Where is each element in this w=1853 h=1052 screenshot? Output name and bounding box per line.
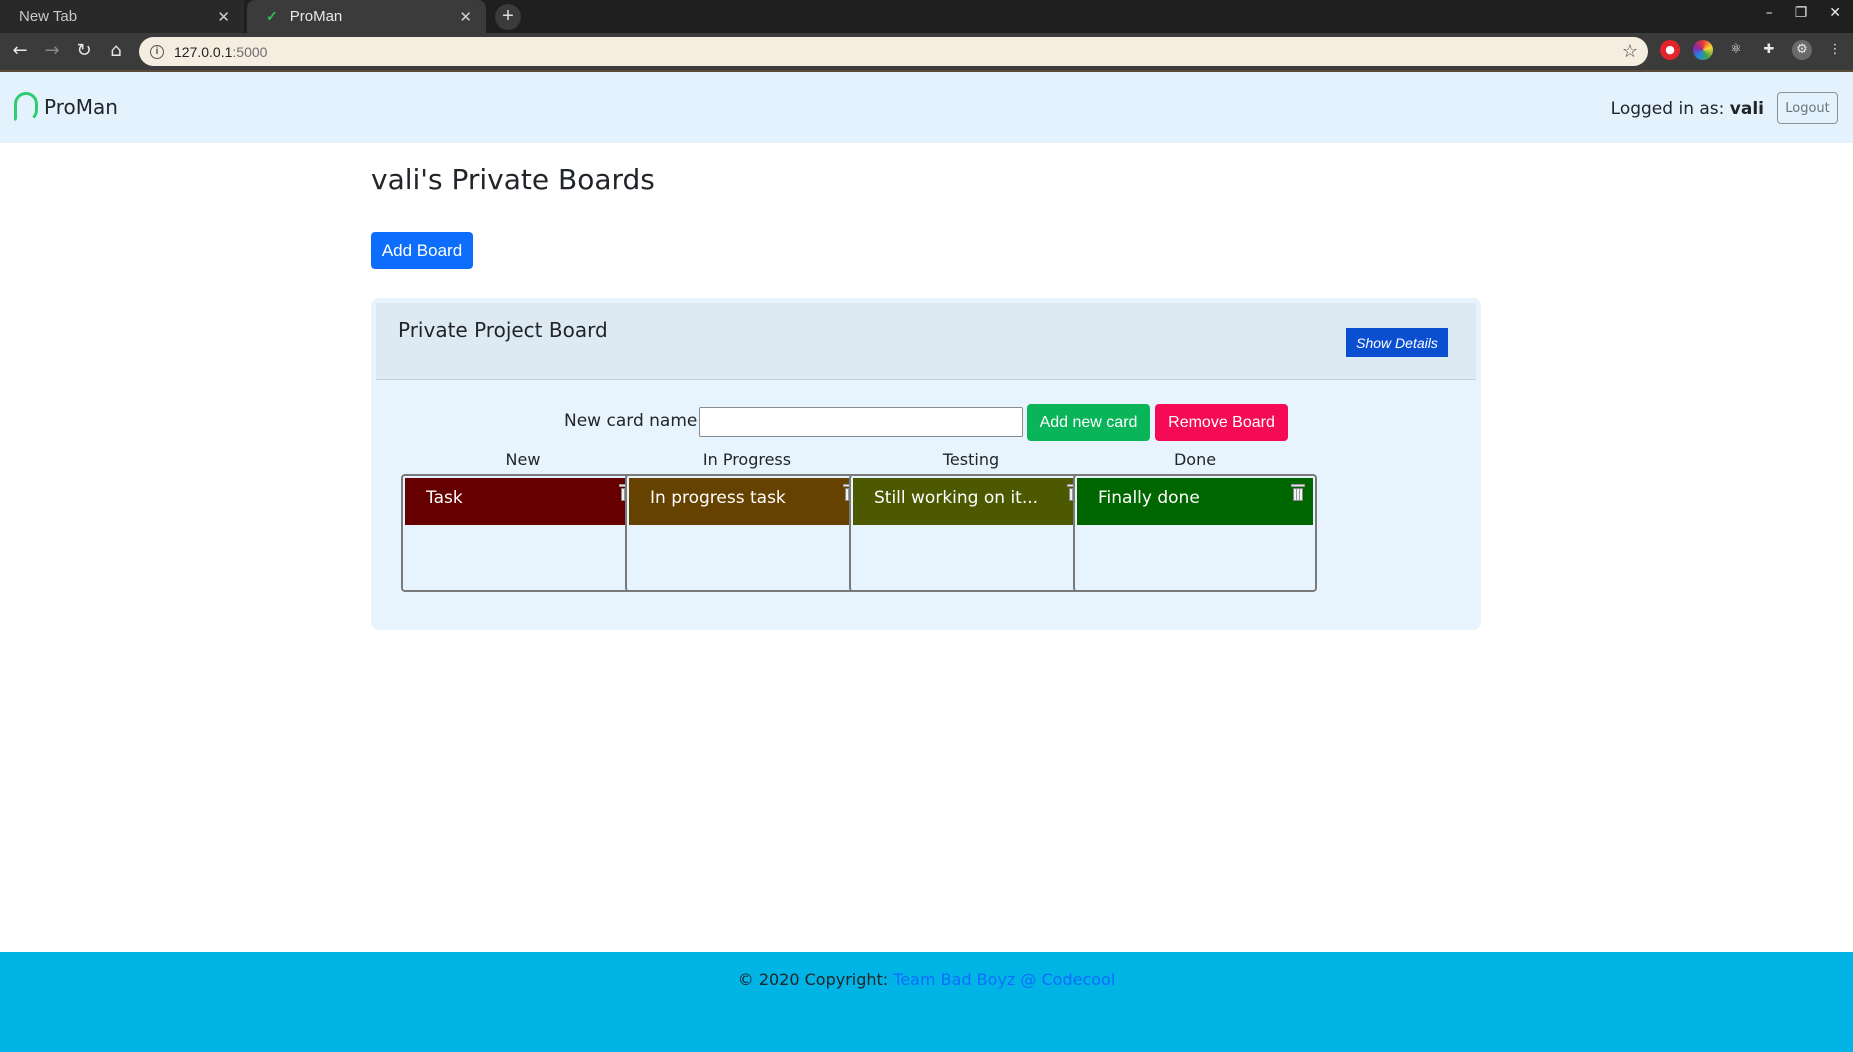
extensions-area: ● ⚛ ✚ ⚙ ⋮ — [1660, 40, 1845, 60]
new-card-form: New card name: Add new card Remove Board — [371, 404, 1481, 441]
extension-red-icon[interactable]: ● — [1660, 40, 1680, 60]
close-icon[interactable]: ✕ — [217, 8, 230, 26]
extension-react-icon[interactable]: ⚛ — [1726, 40, 1746, 60]
window-controls: – ❐ ✕ — [1766, 5, 1841, 21]
url-port: :5000 — [232, 43, 268, 60]
show-details-button[interactable]: Show Details — [1346, 328, 1448, 357]
card[interactable]: Still working on it... — [853, 478, 1089, 525]
logged-in-label: Logged in as: — [1610, 99, 1725, 119]
proman-logo-icon — [14, 92, 38, 122]
card-title: Still working on it... — [874, 488, 1039, 508]
copyright-text: © 2020 Copyright: — [737, 970, 894, 989]
board-header: Private Project Board Show Details — [376, 303, 1476, 380]
brand-name: ProMan — [44, 95, 118, 119]
column-new: New Task — [401, 450, 645, 592]
column-done: Done Finally done — [1073, 450, 1317, 592]
bookmark-star-icon[interactable]: ☆ — [1622, 41, 1638, 62]
close-icon[interactable]: ✕ — [459, 8, 472, 26]
login-status: Logged in as: vali — [1611, 99, 1764, 119]
card[interactable]: Finally done — [1077, 478, 1313, 525]
column-dropzone[interactable]: Still working on it... — [849, 474, 1093, 592]
footer: © 2020 Copyright: Team Bad Boyz @ Codeco… — [0, 952, 1853, 1052]
card-title: Task — [426, 488, 463, 508]
extension-colorwheel-icon[interactable] — [1693, 40, 1713, 60]
card[interactable]: Task — [405, 478, 641, 525]
browser-tabstrip: New Tab ✕ ✓ ProMan ✕ + – ❐ ✕ — [0, 0, 1853, 33]
column-in-progress: In Progress In progress task — [625, 450, 869, 592]
card[interactable]: In progress task — [629, 478, 865, 525]
back-icon[interactable]: ← — [8, 39, 32, 63]
footer-copyright: © 2020 Copyright: Team Bad Boyz @ Codeco… — [0, 970, 1853, 989]
site-info-icon[interactable]: i — [150, 44, 164, 59]
card-title: Finally done — [1098, 488, 1200, 508]
tab-label: ProMan — [289, 8, 343, 25]
new-card-name-input[interactable] — [699, 407, 1023, 437]
browser-tab-new-tab[interactable]: New Tab ✕ — [0, 0, 244, 33]
restore-icon[interactable]: ❐ — [1795, 5, 1808, 21]
add-board-button[interactable]: Add Board — [371, 232, 473, 269]
new-tab-button[interactable]: + — [495, 4, 521, 30]
column-title: In Progress — [702, 450, 792, 469]
app-navbar: ProMan Logged in as: vali Logout — [0, 72, 1853, 143]
card-title: In progress task — [650, 488, 786, 508]
tab-label: New Tab — [19, 8, 78, 25]
column-title: Testing — [942, 450, 1000, 469]
browser-tab-proman[interactable]: ✓ ProMan ✕ — [247, 0, 486, 33]
column-dropzone[interactable]: Task — [401, 474, 645, 592]
column-title: Done — [1173, 450, 1217, 469]
url-host: 127.0.0.1 — [174, 43, 233, 60]
address-bar[interactable]: i 127.0.0.1:5000 ☆ — [139, 37, 1648, 66]
brand[interactable]: ProMan — [14, 92, 118, 122]
trash-icon[interactable] — [1291, 484, 1305, 501]
column-dropzone[interactable]: In progress task — [625, 474, 869, 592]
close-window-icon[interactable]: ✕ — [1829, 5, 1841, 21]
menu-kebab-icon[interactable]: ⋮ — [1825, 40, 1845, 60]
page-title: vali's Private Boards — [371, 163, 655, 196]
add-new-card-button[interactable]: Add new card — [1027, 404, 1150, 441]
puzzle-extensions-icon[interactable]: ✚ — [1759, 40, 1779, 60]
board-title[interactable]: Private Project Board — [398, 318, 608, 342]
home-icon[interactable]: ⌂ — [104, 39, 128, 63]
footer-link[interactable]: Team Bad Boyz @ Codecool — [893, 970, 1115, 989]
profile-avatar-icon[interactable]: ⚙ — [1792, 40, 1812, 60]
column-dropzone[interactable]: Finally done — [1073, 474, 1317, 592]
browser-toolbar: ← → ↻ ⌂ i 127.0.0.1:5000 ☆ ● ⚛ ✚ ⚙ ⋮ — [0, 33, 1853, 70]
logout-button[interactable]: Logout — [1777, 92, 1838, 124]
reload-icon[interactable]: ↻ — [72, 39, 96, 63]
username: vali — [1729, 99, 1764, 119]
remove-board-button[interactable]: Remove Board — [1155, 404, 1288, 441]
board: Private Project Board Show Details New c… — [371, 298, 1481, 630]
column-title: New — [505, 450, 541, 469]
new-card-label: New card name: — [564, 411, 704, 431]
proman-favicon-icon: ✓ — [266, 8, 278, 24]
column-testing: Testing Still working on it... — [849, 450, 1093, 592]
forward-icon[interactable]: → — [40, 39, 64, 63]
minimize-icon[interactable]: – — [1766, 5, 1773, 21]
